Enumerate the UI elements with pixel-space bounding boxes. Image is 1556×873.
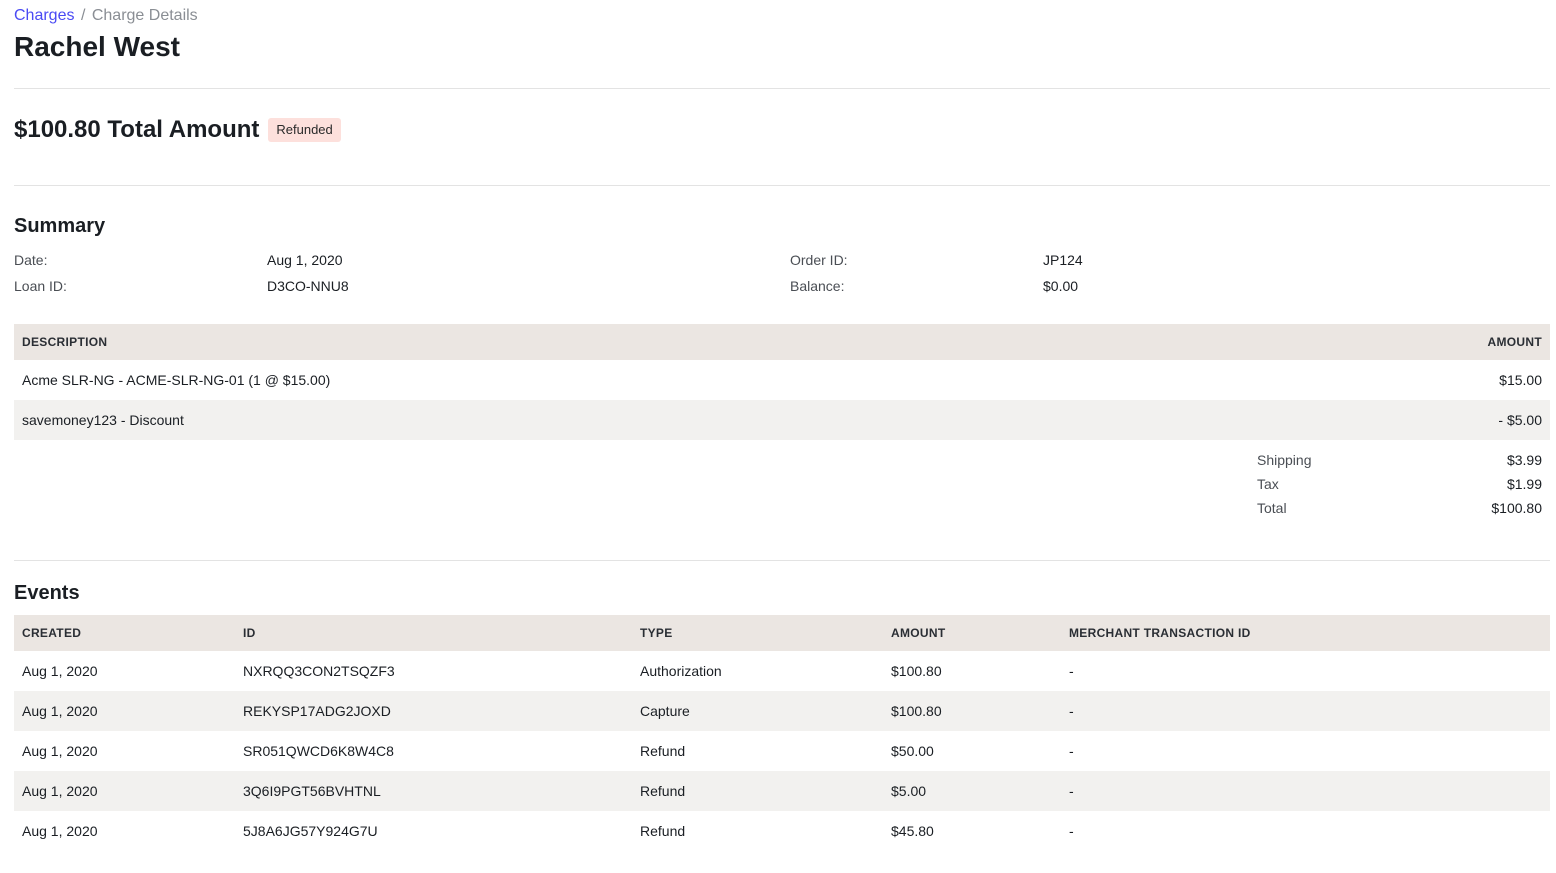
events-table: CREATED ID TYPE AMOUNT MERCHANT TRANSACT…	[14, 615, 1550, 851]
table-row: savemoney123 - Discount - $5.00	[14, 400, 1550, 440]
order-id-value: JP124	[1043, 252, 1083, 268]
event-created: Aug 1, 2020	[22, 703, 98, 719]
date-value: Aug 1, 2020	[267, 252, 343, 268]
event-created: Aug 1, 2020	[22, 783, 98, 799]
event-amount: $100.80	[891, 703, 942, 719]
table-row: Aug 1, 2020 SR051QWCD6K8W4C8 Refund $50.…	[14, 731, 1550, 771]
item-amount: $15.00	[1499, 372, 1542, 388]
page-title: Rachel West	[14, 31, 180, 62]
event-merchant-transaction-id: -	[1069, 823, 1074, 839]
event-id: 5J8A6JG57Y924G7U	[243, 823, 378, 839]
summary-title: Summary	[14, 215, 106, 237]
event-type: Refund	[640, 783, 686, 799]
charge-details-page: Charges / Charge Details Rachel West $10…	[0, 0, 1556, 873]
item-description: Acme SLR-NG - ACME-SLR-NG-01 (1 @ $15.00…	[22, 372, 331, 388]
shipping-value: $3.99	[1506, 452, 1542, 468]
event-type: Refund	[640, 823, 686, 839]
event-amount: $100.80	[891, 663, 942, 679]
created-header: CREATED	[22, 626, 82, 640]
description-header: DESCRIPTION	[22, 335, 108, 349]
event-amount: $50.00	[891, 743, 934, 759]
loan-id-value: D3CO-NNU8	[267, 278, 349, 294]
breadcrumb-current: Charge Details	[91, 7, 198, 24]
event-type: Refund	[640, 743, 686, 759]
table-header: CREATED ID TYPE AMOUNT MERCHANT TRANSACT…	[14, 615, 1550, 651]
breadcrumb: Charges / Charge Details	[14, 6, 198, 26]
breadcrumb-separator: /	[80, 7, 86, 24]
table-row: Aug 1, 2020 REKYSP17ADG2JOXD Capture $10…	[14, 691, 1550, 731]
tax-value: $1.99	[1506, 476, 1542, 492]
merchant-transaction-id-header: MERCHANT TRANSACTION ID	[1069, 626, 1251, 640]
item-amount: - $5.00	[1498, 412, 1542, 428]
events-title: Events	[14, 582, 80, 604]
item-description: savemoney123 - Discount	[22, 412, 184, 428]
order-id-label: Order ID:	[790, 252, 848, 268]
event-type: Authorization	[640, 663, 722, 679]
shipping-row: Shipping $3.99	[1257, 450, 1542, 474]
table-row: Acme SLR-NG - ACME-SLR-NG-01 (1 @ $15.00…	[14, 360, 1550, 400]
total-amount: $100.80 Total Amount	[14, 116, 260, 143]
event-id: NXRQQ3CON2TSQZF3	[243, 663, 395, 679]
type-header: TYPE	[640, 626, 673, 640]
total-row: Total $100.80	[1257, 498, 1542, 522]
totals-block: Shipping $3.99 Tax $1.99 Total $100.80	[1257, 450, 1542, 522]
divider	[14, 560, 1550, 561]
loan-id-label: Loan ID:	[14, 278, 67, 294]
total-label: Total	[1257, 500, 1287, 516]
date-label: Date:	[14, 252, 48, 268]
table-row: Aug 1, 2020 5J8A6JG57Y924G7U Refund $45.…	[14, 811, 1550, 851]
table-header: DESCRIPTION AMOUNT	[14, 324, 1550, 360]
table-row: Aug 1, 2020 3Q6I9PGT56BVHTNL Refund $5.0…	[14, 771, 1550, 811]
shipping-label: Shipping	[1257, 452, 1312, 468]
table-row: Aug 1, 2020 NXRQQ3CON2TSQZF3 Authorizati…	[14, 651, 1550, 691]
event-amount: $5.00	[891, 783, 927, 799]
balance-value: $0.00	[1043, 278, 1079, 294]
line-items-table: DESCRIPTION AMOUNT Acme SLR-NG - ACME-SL…	[14, 324, 1550, 440]
event-id: SR051QWCD6K8W4C8	[243, 743, 394, 759]
tax-label: Tax	[1257, 476, 1279, 492]
amount-header: AMOUNT	[1487, 335, 1542, 349]
event-created: Aug 1, 2020	[22, 663, 98, 679]
balance-label: Balance:	[790, 278, 845, 294]
tax-row: Tax $1.99	[1257, 474, 1542, 498]
breadcrumb-charges-link[interactable]: Charges	[14, 7, 74, 24]
event-type: Capture	[640, 703, 690, 719]
event-created: Aug 1, 2020	[22, 743, 98, 759]
event-id: 3Q6I9PGT56BVHTNL	[243, 783, 381, 799]
divider	[14, 185, 1550, 186]
event-merchant-transaction-id: -	[1069, 783, 1074, 799]
event-merchant-transaction-id: -	[1069, 703, 1074, 719]
id-header: ID	[243, 626, 256, 640]
event-created: Aug 1, 2020	[22, 823, 98, 839]
event-amount: $45.80	[891, 823, 934, 839]
total-amount-row: $100.80 Total Amount Refunded	[14, 114, 341, 146]
event-merchant-transaction-id: -	[1069, 663, 1074, 679]
amount-header: AMOUNT	[891, 626, 946, 640]
event-merchant-transaction-id: -	[1069, 743, 1074, 759]
divider	[14, 88, 1550, 89]
total-value: $100.80	[1491, 500, 1542, 516]
status-badge: Refunded	[268, 118, 341, 142]
event-id: REKYSP17ADG2JOXD	[243, 703, 391, 719]
